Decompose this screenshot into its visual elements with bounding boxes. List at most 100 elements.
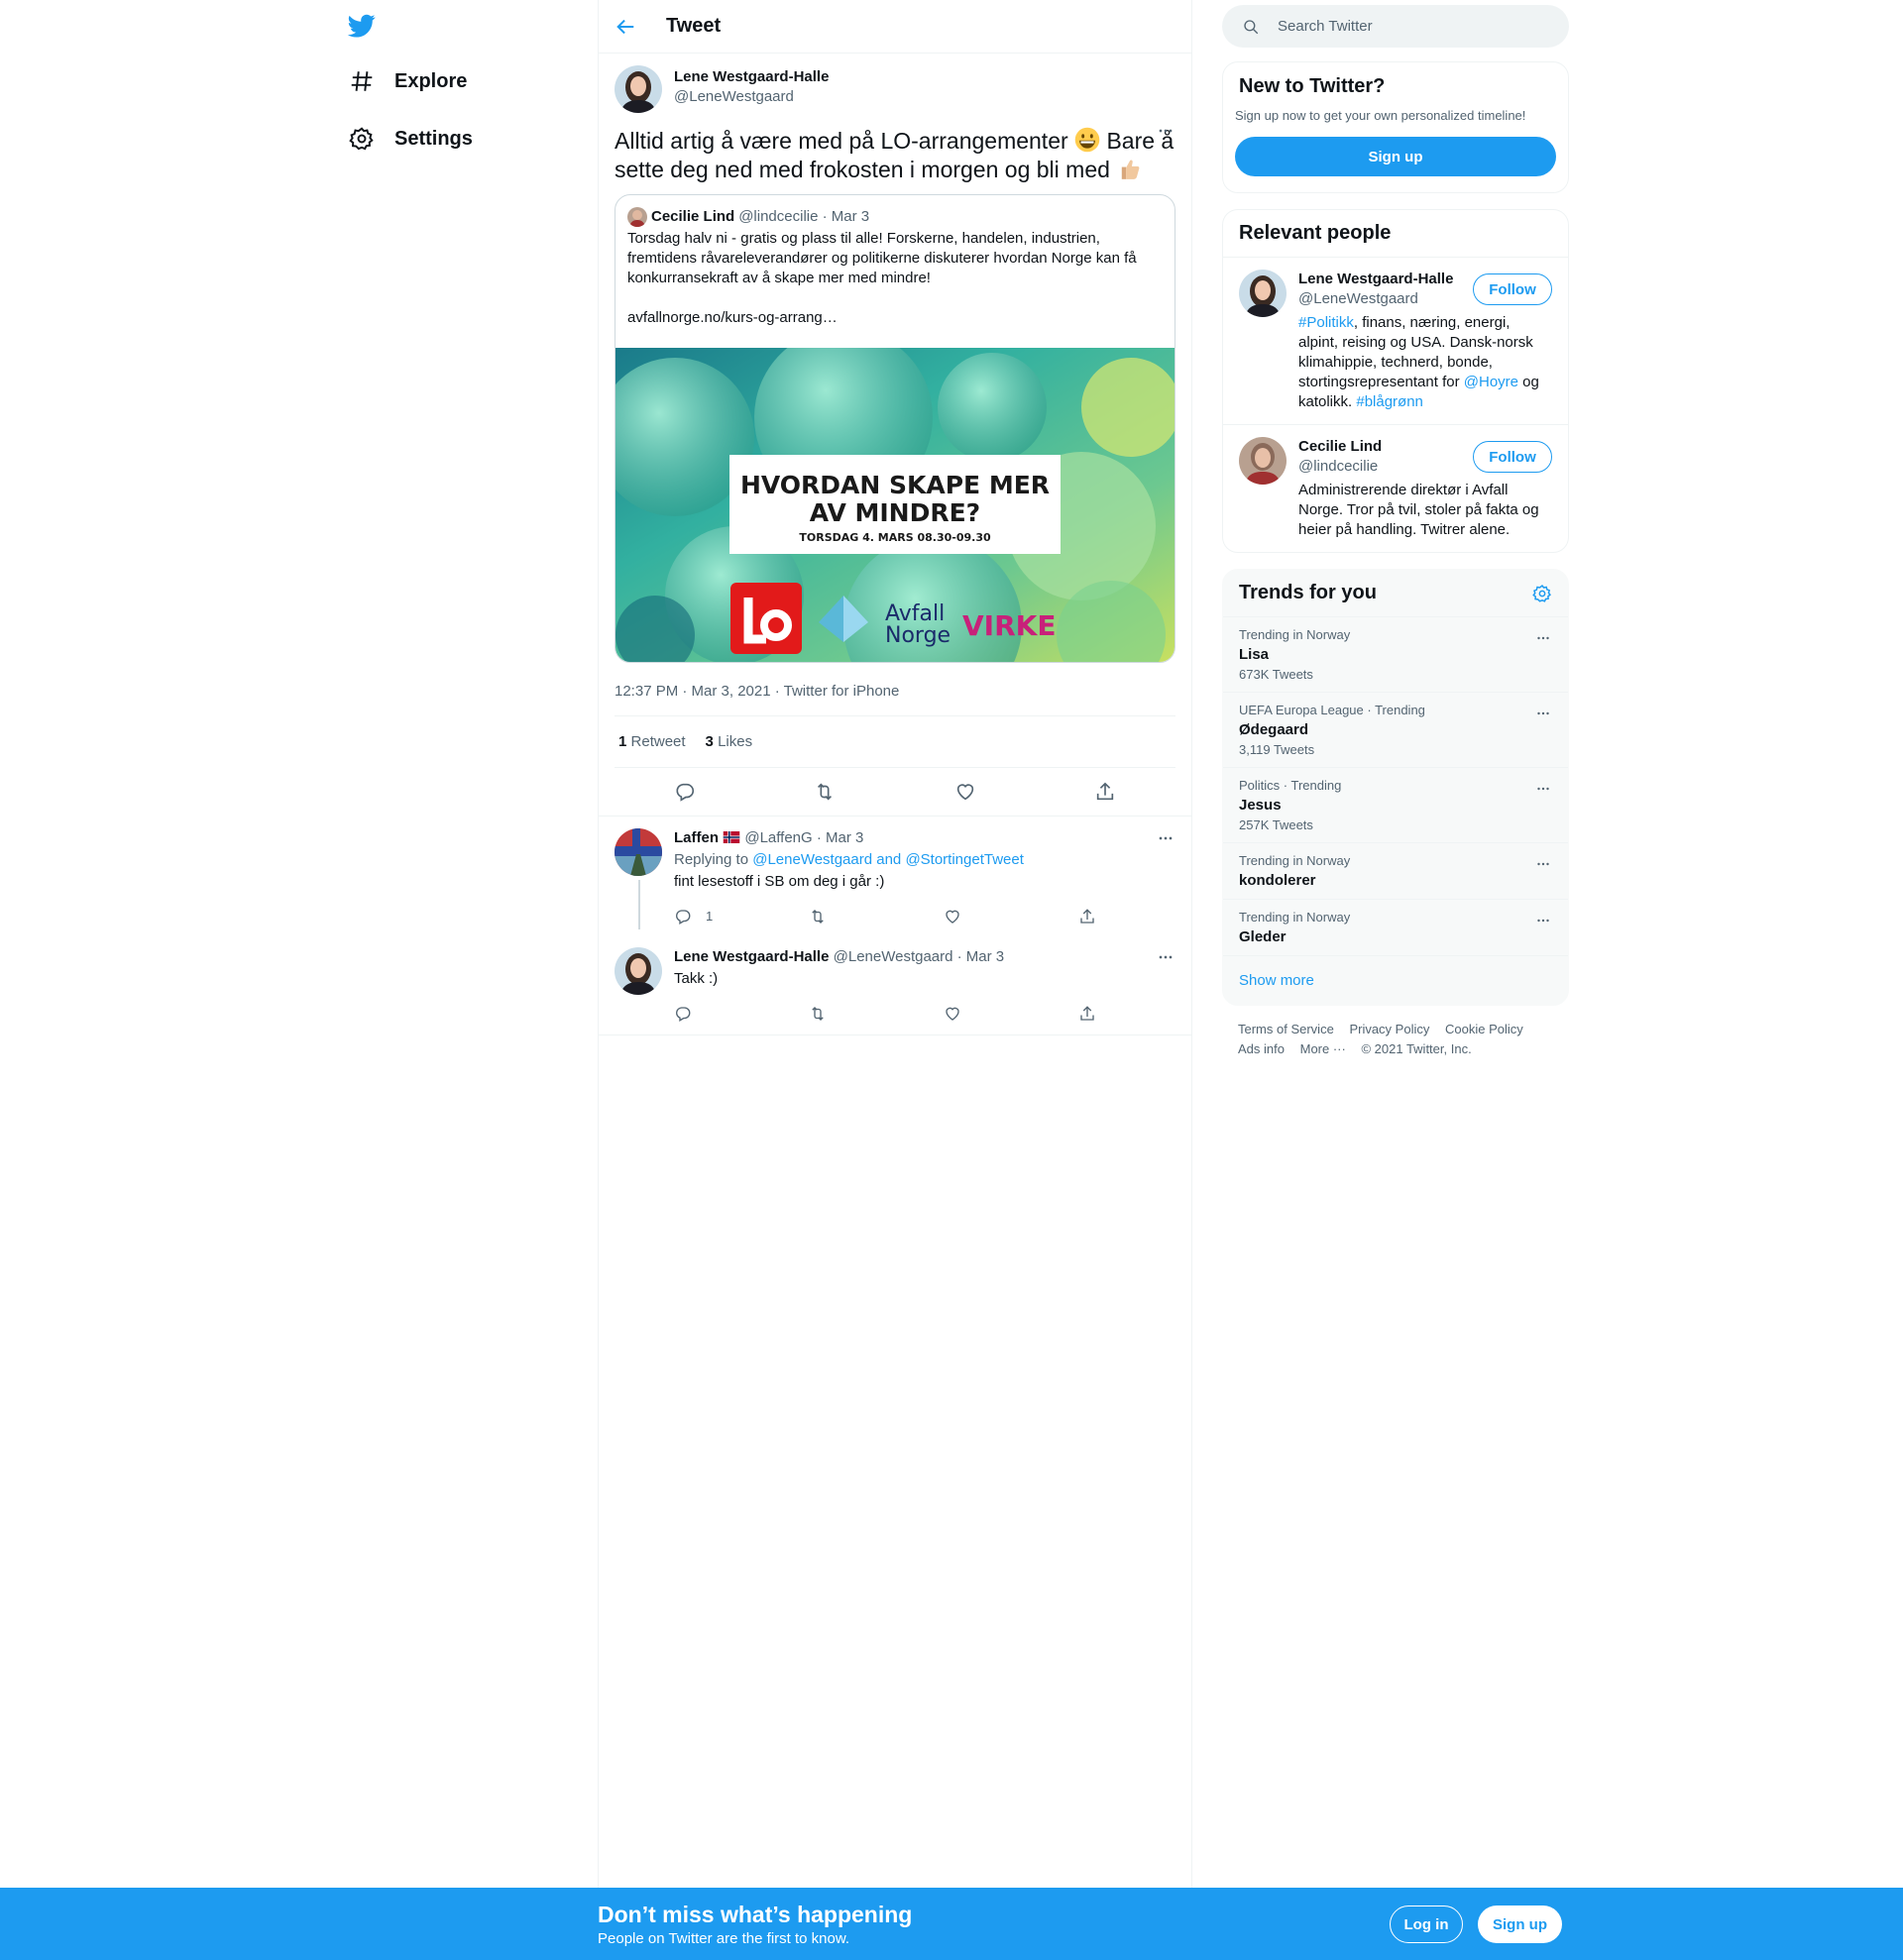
image-headline-2: AV MINDRE? [810, 498, 980, 527]
new-card-subtitle: Sign up now to get your own personalized… [1235, 108, 1526, 123]
trend-item[interactable]: Trending in Norway Gleder [1223, 900, 1568, 956]
reply-tweet[interactable]: Laffen @LaffenG · Mar 3 Replying to @Len… [599, 817, 1191, 931]
share-icon[interactable] [1094, 781, 1116, 803]
author-handle[interactable]: @LeneWestgaard [674, 88, 829, 105]
relevant-person[interactable]: Lene Westgaard-Halle @LeneWestgaard #Pol… [1223, 257, 1568, 424]
trend-count: 673K Tweets [1239, 667, 1313, 682]
reply-avatar[interactable] [615, 828, 662, 876]
more-icon[interactable] [1534, 629, 1552, 647]
reply-share-button[interactable] [1078, 1005, 1213, 1023]
relevant-people-title: Relevant people [1239, 222, 1392, 244]
likes-label: Likes [718, 733, 753, 750]
more-icon[interactable] [1156, 121, 1175, 141]
author-avatar[interactable] [615, 65, 662, 113]
image-logo-avfall-2: Norge [885, 623, 951, 648]
more-icon[interactable] [1534, 855, 1552, 873]
norway-flag-icon [723, 831, 740, 843]
cookie-link[interactable]: Cookie Policy [1445, 1022, 1523, 1036]
reply-retweet-button[interactable] [809, 908, 944, 926]
trend-name: Gleder [1239, 928, 1287, 945]
author-name[interactable]: Lene Westgaard-Halle [674, 68, 829, 85]
trend-item[interactable]: Politics · Trending Jesus 257K Tweets [1223, 768, 1568, 843]
more-icon[interactable] [1534, 705, 1552, 722]
terms-link[interactable]: Terms of Service [1238, 1022, 1334, 1036]
nav-explore[interactable]: Explore [349, 61, 467, 101]
reply-like-button[interactable] [944, 1005, 1078, 1023]
gear-icon[interactable] [1532, 584, 1552, 603]
log-in-button[interactable]: Log in [1390, 1906, 1463, 1943]
search-box[interactable] [1222, 5, 1569, 48]
more-icon[interactable] [1156, 947, 1175, 967]
back-arrow-icon[interactable] [615, 16, 636, 38]
share-icon [1080, 909, 1094, 924]
person-avatar[interactable] [1239, 270, 1287, 317]
more-icon[interactable] [1156, 828, 1175, 848]
more-link[interactable]: More ··· [1300, 1041, 1346, 1056]
reply-reply-button[interactable] [674, 1005, 809, 1023]
reply-reply-count: 1 [706, 909, 714, 924]
nav-explore-label: Explore [394, 69, 468, 92]
reply-handle-date: @LeneWestgaard · Mar 3 [833, 948, 1005, 965]
bio-mention-link[interactable]: @Hoyre [1464, 374, 1518, 390]
nav-settings[interactable]: Settings [349, 119, 473, 159]
show-more-link[interactable]: Show more [1223, 956, 1568, 1005]
quote-link[interactable]: avfallnorge.no/kurs-og-arrang… [627, 308, 1163, 328]
twitter-logo-icon[interactable] [347, 12, 377, 40]
right-sidebar: New to Twitter? Sign up now to get your … [1222, 0, 1569, 1073]
replying-to-link[interactable]: @LeneWestgaard and @StortingetTweet [752, 851, 1024, 868]
main-column: Tweet Lene Westgaard-Halle @LeneWestgaar… [598, 0, 1192, 1888]
reply-like-button[interactable] [944, 908, 1078, 926]
banner-sign-up-button[interactable]: Sign up [1478, 1906, 1562, 1943]
quoted-tweet[interactable]: Cecilie Lind @lindcecilie · Mar 3 Torsda… [615, 194, 1175, 663]
tweet-actions [615, 768, 1175, 816]
person-bio: Administrerende direktør i Avfall Norge.… [1298, 482, 1539, 538]
trend-count: 257K Tweets [1239, 817, 1313, 832]
trend-item[interactable]: Trending in Norway kondolerer [1223, 843, 1568, 900]
relevant-person[interactable]: Cecilie Lind @lindcecilie Administrerend… [1223, 424, 1568, 552]
reply-text: fint lesestoff i SB om deg i går :) [674, 873, 885, 890]
tweet-timestamp[interactable]: 12:37 PM · Mar 3, 2021 · Twitter for iPh… [615, 683, 1175, 716]
retweet-icon [812, 1007, 824, 1021]
like-icon[interactable] [954, 781, 976, 803]
person-avatar[interactable] [1239, 437, 1287, 485]
image-subline: TORSDAG 4. MARS 08.30-09.30 [799, 531, 991, 544]
reply-author-name[interactable]: Lene Westgaard-Halle [674, 948, 829, 965]
reply-tweet[interactable]: Lene Westgaard-Halle @LeneWestgaard · Ma… [599, 931, 1191, 1035]
privacy-link[interactable]: Privacy Policy [1349, 1022, 1429, 1036]
trend-item[interactable]: UEFA Europa League · Trending Ødegaard 3… [1223, 693, 1568, 768]
reply-avatar[interactable] [615, 947, 662, 995]
person-bio: #Politikk, finans, næring, energi, alpin… [1298, 313, 1552, 412]
ads-info-link[interactable]: Ads info [1238, 1041, 1285, 1056]
more-icon[interactable] [1534, 780, 1552, 798]
quote-handle-date: @lindcecilie · Mar 3 [738, 208, 870, 225]
retweet-icon[interactable] [814, 781, 836, 803]
image-headline-1: HVORDAN SKAPE MER [740, 471, 1050, 499]
trend-item[interactable]: Trending in Norway Lisa 673K Tweets [1223, 617, 1568, 693]
trends-title: Trends for you [1239, 582, 1377, 603]
share-icon [1080, 1006, 1094, 1021]
follow-button[interactable]: Follow [1473, 441, 1552, 473]
trend-name: Lisa [1239, 646, 1270, 663]
reply-author-name[interactable]: Laffen [674, 829, 719, 846]
reply-share-button[interactable] [1078, 908, 1213, 926]
retweets-count: 1 [618, 733, 627, 750]
quote-image[interactable]: HVORDAN SKAPE MER AV MINDRE? TORSDAG 4. … [616, 348, 1175, 662]
follow-button[interactable]: Follow [1473, 273, 1552, 305]
new-to-twitter-card: New to Twitter? Sign up now to get your … [1222, 61, 1569, 193]
trend-name: Ødegaard [1239, 721, 1309, 738]
relevant-people-card: Relevant people Lene Westgaard-Halle @Le… [1222, 209, 1569, 553]
more-icon[interactable] [1534, 912, 1552, 929]
likes-stat[interactable]: 3 Likes [706, 733, 753, 750]
reply-reply-button[interactable]: 1 [674, 907, 809, 926]
retweets-stat[interactable]: 1 Retweet [618, 733, 686, 750]
sign-up-button[interactable]: Sign up [1235, 137, 1556, 176]
tweet-stats: 1 Retweet 3 Likes [615, 716, 1175, 768]
search-input[interactable] [1278, 18, 1535, 35]
reply-icon[interactable] [674, 781, 696, 803]
banner-title: Don’t miss what’s happening [598, 1902, 913, 1927]
bio-hashtag-link[interactable]: #blågrønn [1356, 393, 1423, 410]
trends-card: Trends for you Trending in Norway Lisa 6… [1222, 569, 1569, 1006]
bio-hashtag-link[interactable]: #Politikk [1298, 314, 1354, 331]
reply-retweet-button[interactable] [809, 1005, 944, 1023]
hashtag-icon [351, 71, 373, 91]
